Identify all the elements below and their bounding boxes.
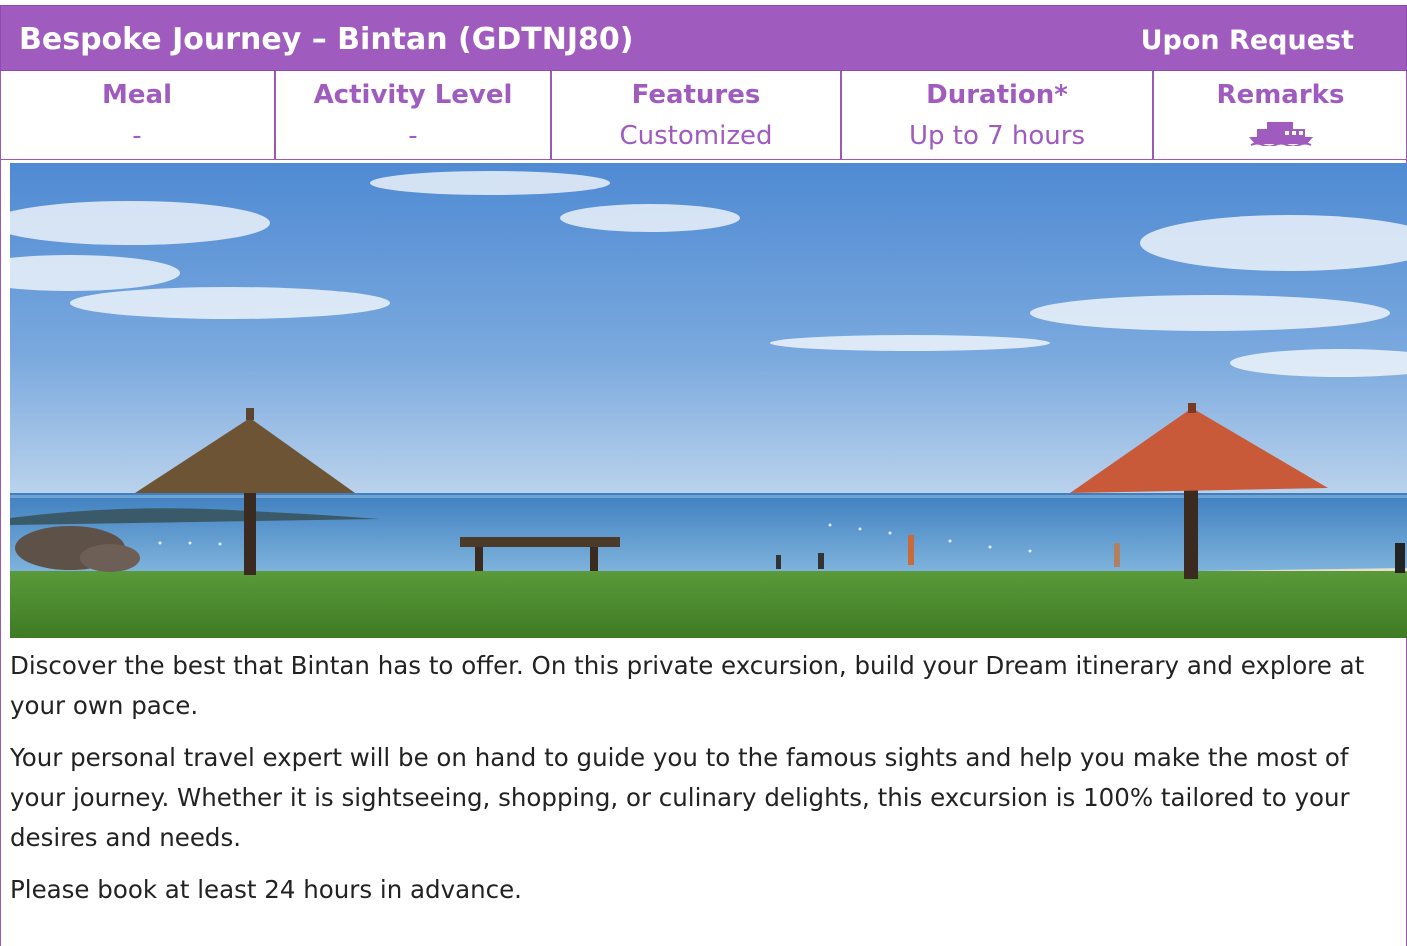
ferry-icon <box>1248 122 1313 146</box>
tour-info-row: Meal - Activity Level - Features Customi… <box>0 71 1407 160</box>
info-value-meal: - <box>132 121 142 151</box>
info-label-features: Features <box>631 80 761 110</box>
info-activity-level: Activity Level - <box>276 71 552 159</box>
info-duration: Duration* Up to 7 hours <box>842 71 1154 159</box>
info-value-activity-level: - <box>408 121 418 151</box>
availability-status: Upon Request <box>1140 25 1354 56</box>
bintan-beach-photo <box>10 163 1407 638</box>
info-label-activity-level: Activity Level <box>313 80 513 110</box>
info-label-meal: Meal <box>102 80 172 110</box>
booking-note: Please book at least 24 hours in advance… <box>10 875 522 904</box>
info-value-duration: Up to 7 hours <box>908 121 1086 151</box>
tour-description: Discover the best that Bintan has to off… <box>10 646 1400 922</box>
tour-title-bar: Bespoke Journey – Bintan (GDTNJ80) Upon … <box>0 5 1407 71</box>
info-label-duration: Duration* <box>926 80 1068 110</box>
description-paragraph: Your personal travel expert will be on h… <box>10 743 1350 852</box>
info-remarks: Remarks <box>1154 71 1407 159</box>
description-paragraph: Discover the best that Bintan has to off… <box>10 651 1365 720</box>
info-meal: Meal - <box>0 71 276 159</box>
info-value-features: Customized <box>619 121 773 151</box>
info-features: Features Customized <box>552 71 842 159</box>
info-label-remarks: Remarks <box>1216 80 1345 110</box>
tour-title: Bespoke Journey – Bintan (GDTNJ80) <box>19 22 634 57</box>
